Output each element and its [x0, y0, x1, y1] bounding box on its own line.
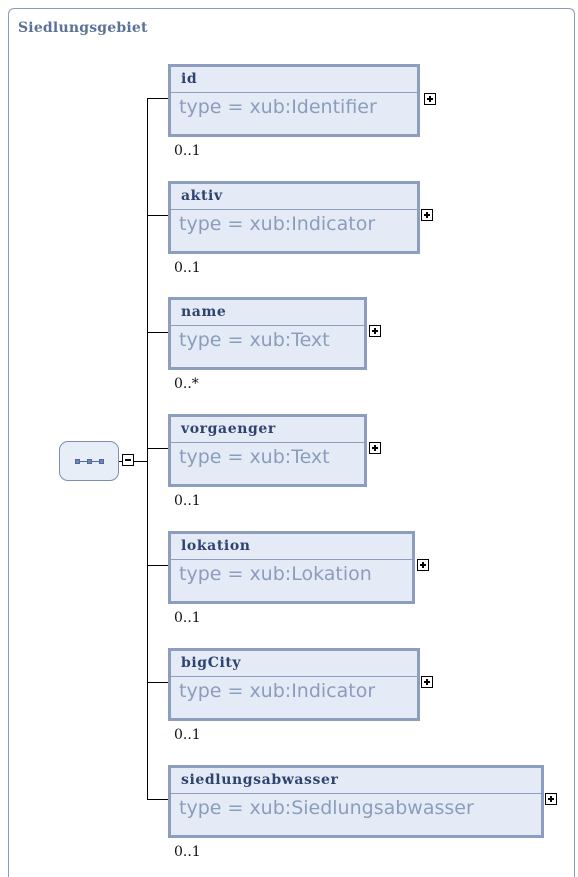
branch-line-siedlungsabwasser — [147, 799, 168, 800]
branch-line-id — [147, 98, 168, 99]
expand-aktiv-icon[interactable] — [421, 209, 433, 221]
element-name: siedlungsabwasser — [181, 772, 339, 788]
element-name: aktiv — [181, 188, 223, 204]
cardinality-aktiv: 0..1 — [174, 260, 201, 276]
cardinality-bigcity: 0..1 — [174, 727, 201, 743]
branch-line-name — [147, 332, 168, 333]
element-vorgaenger[interactable]: vorgaenger type = xub:Text — [168, 414, 367, 487]
element-name: id — [181, 71, 198, 87]
expand-vorgaenger-icon[interactable] — [369, 442, 381, 454]
branch-line-aktiv — [147, 215, 168, 216]
element-type: type = xub:Text — [179, 329, 330, 351]
element-type: type = xub:Siedlungsabwasser — [179, 797, 474, 819]
branch-line-bigcity — [147, 682, 168, 683]
expand-bigcity-icon[interactable] — [421, 676, 433, 688]
element-name: vorgaenger — [181, 421, 276, 437]
cardinality-vorgaenger: 0..1 — [174, 493, 201, 509]
element-type: type = xub:Identifier — [179, 96, 377, 118]
element-siedlungsabwasser[interactable]: siedlungsabwasser type = xub:Siedlungsab… — [168, 765, 544, 838]
element-bigcity[interactable]: bigCity type = xub:Indicator — [168, 648, 420, 721]
expand-siedlungsabwasser-icon[interactable] — [545, 793, 557, 805]
collapse-sequence-icon[interactable] — [122, 454, 134, 466]
element-name-node[interactable]: name type = xub:Text — [168, 297, 367, 370]
branch-connector — [134, 461, 148, 462]
complex-type-title: Siedlungsgebiet — [18, 20, 148, 36]
element-lokation[interactable]: lokation type = xub:Lokation — [168, 531, 415, 604]
sequence-icon — [75, 459, 105, 465]
expand-lokation-icon[interactable] — [417, 559, 429, 571]
cardinality-siedlungsabwasser: 0..1 — [174, 844, 201, 860]
element-type: type = xub:Lokation — [179, 563, 372, 585]
expand-id-icon[interactable] — [424, 93, 436, 105]
element-type: type = xub:Indicator — [179, 680, 376, 702]
element-type: type = xub:Indicator — [179, 213, 376, 235]
cardinality-lokation: 0..1 — [174, 610, 201, 626]
vertical-trunk-line — [147, 98, 148, 800]
element-aktiv[interactable]: aktiv type = xub:Indicator — [168, 181, 420, 254]
cardinality-id: 0..1 — [174, 143, 201, 159]
element-id[interactable]: id type = xub:Identifier — [168, 64, 420, 137]
cardinality-name: 0..* — [174, 376, 199, 392]
element-name: name — [181, 304, 227, 320]
element-name: bigCity — [181, 655, 242, 671]
branch-line-lokation — [147, 565, 168, 566]
expand-name-icon[interactable] — [369, 325, 381, 337]
branch-line-vorgaenger — [147, 448, 168, 449]
sequence-compositor[interactable] — [59, 441, 119, 481]
element-name: lokation — [181, 538, 251, 554]
element-type: type = xub:Text — [179, 446, 330, 468]
